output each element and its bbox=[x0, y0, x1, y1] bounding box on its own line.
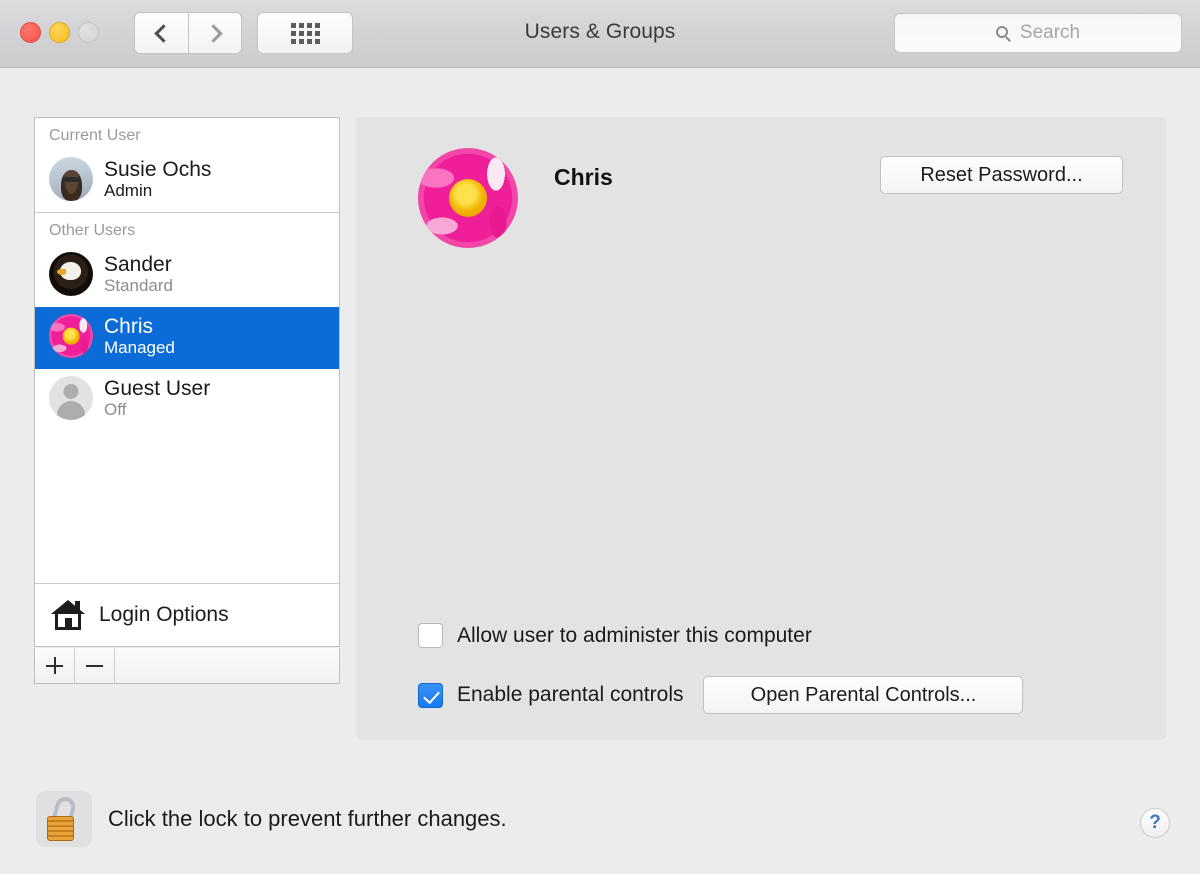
help-button[interactable]: ? bbox=[1140, 808, 1170, 838]
search-field[interactable]: Search bbox=[894, 13, 1182, 53]
reset-password-button[interactable]: Reset Password... bbox=[880, 156, 1123, 194]
search-placeholder: Search bbox=[1019, 22, 1081, 43]
users-and-groups-window: Users & Groups Search Current User Susie… bbox=[0, 0, 1200, 874]
allow-admin-label: Allow user to administer this computer bbox=[457, 623, 812, 647]
login-options-button[interactable]: Login Options bbox=[35, 583, 339, 646]
avatar bbox=[49, 252, 93, 296]
account-avatar[interactable] bbox=[418, 148, 518, 248]
enable-parental-controls-checkbox[interactable] bbox=[418, 682, 443, 708]
search-icon bbox=[995, 25, 1011, 42]
user-role: Managed bbox=[104, 338, 175, 358]
remove-user-button[interactable] bbox=[75, 648, 115, 683]
group-header-other-users: Other Users bbox=[49, 222, 136, 239]
user-name: Susie Ochs bbox=[104, 157, 212, 181]
user-role: Admin bbox=[104, 181, 153, 201]
add-user-button[interactable] bbox=[35, 648, 75, 683]
add-remove-toolbar bbox=[34, 648, 340, 684]
preference-lock-bar: Click the lock to prevent further change… bbox=[0, 770, 1200, 874]
allow-admin-checkbox[interactable] bbox=[418, 623, 443, 648]
avatar bbox=[49, 376, 93, 420]
user-list-item-sander[interactable]: Sander Standard bbox=[35, 245, 339, 307]
user-name: Guest User bbox=[104, 376, 211, 400]
lock-message: Click the lock to prevent further change… bbox=[108, 806, 507, 831]
user-name: Sander bbox=[104, 252, 172, 276]
enable-parental-controls-label: Enable parental controls bbox=[457, 683, 684, 706]
avatar bbox=[49, 314, 93, 358]
lock-open-icon[interactable] bbox=[36, 791, 92, 847]
user-role: Standard bbox=[104, 276, 173, 296]
minus-icon bbox=[86, 664, 103, 667]
window-toolbar: Users & Groups Search bbox=[0, 0, 1200, 68]
user-name: Chris bbox=[104, 314, 154, 338]
user-list-item-chris[interactable]: Chris Managed bbox=[35, 307, 339, 369]
group-header-current-user: Current User bbox=[49, 127, 141, 144]
avatar bbox=[49, 157, 93, 201]
account-name: Chris bbox=[554, 164, 613, 190]
user-role: Off bbox=[104, 400, 127, 420]
open-parental-controls-button[interactable]: Open Parental Controls... bbox=[703, 676, 1024, 714]
house-icon bbox=[51, 600, 85, 630]
user-list-sidebar[interactable]: Current User Susie Ochs Admin Other User… bbox=[34, 117, 340, 647]
user-list-item-guest-user[interactable]: Guest User Off bbox=[35, 369, 339, 431]
login-options-label: Login Options bbox=[99, 603, 229, 626]
account-detail-panel: Chris Reset Password... Allow user to ad… bbox=[356, 117, 1166, 740]
parental-controls-option[interactable]: Enable parental controls Open Parental C… bbox=[418, 676, 1024, 714]
allow-admin-option[interactable]: Allow user to administer this computer bbox=[418, 623, 812, 648]
user-list-item-susie-ochs[interactable]: Susie Ochs Admin bbox=[35, 150, 339, 212]
